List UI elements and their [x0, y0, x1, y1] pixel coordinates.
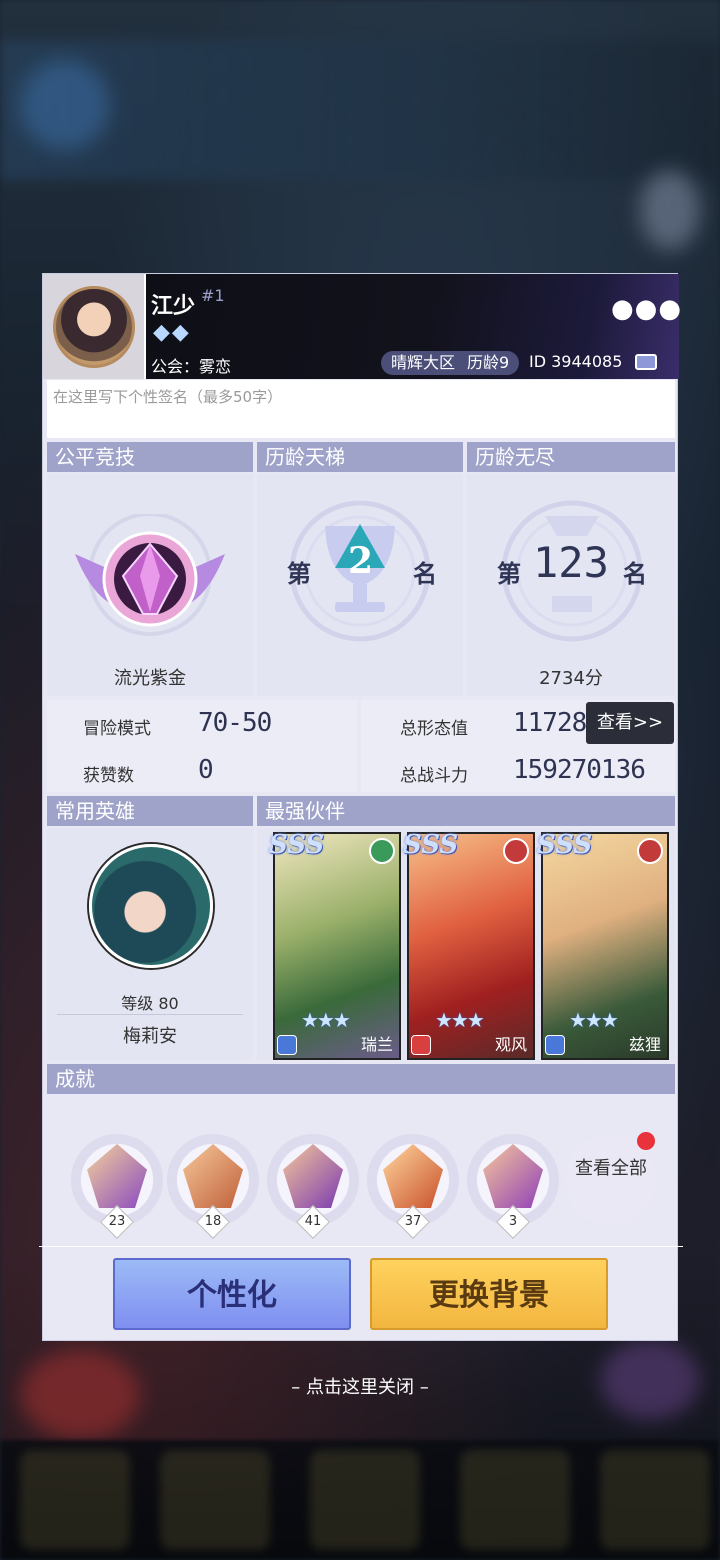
change-background-button[interactable]: 更换背景 — [370, 1258, 608, 1330]
notification-dot — [637, 1132, 655, 1150]
ladder-panel[interactable]: 第 2 名 — [257, 474, 463, 696]
adventure-value: 70-50 — [198, 708, 272, 738]
likes-label: 获赞数 — [83, 766, 134, 786]
partner-class-icon — [277, 1035, 297, 1055]
player-avatar[interactable] — [43, 274, 146, 379]
fair-tier-name: 流光紫金 — [114, 668, 186, 689]
diamond-icon: ◆ — [171, 320, 189, 345]
achievement-count: 41 — [304, 1214, 322, 1229]
nature-element-icon — [369, 838, 395, 864]
likes-value: 0 — [198, 755, 214, 785]
strongest-partners-title: 最强伙伴 — [257, 796, 675, 826]
user-id: ID 3944085 — [529, 352, 623, 371]
tab-fair-arena: 公平竞技 — [47, 442, 253, 472]
hero-divider — [57, 1014, 243, 1015]
crest-achievement-icon[interactable]: 41 — [267, 1134, 359, 1239]
vip-diamonds: ◆ ◆ — [153, 322, 189, 344]
diamond-icon: ◆ — [153, 320, 170, 345]
achievement-count: 23 — [108, 1214, 126, 1229]
more-dots-icon[interactable]: ●●● — [611, 294, 682, 324]
endless-prefix: 第 — [497, 559, 521, 588]
adventure-label: 冒险模式 — [83, 719, 151, 739]
hero-name: 梅莉安 — [123, 1026, 177, 1047]
endless-panel[interactable]: 第 123 名 2734分 — [467, 474, 675, 696]
signature-input[interactable]: 在这里写下个性签名（最多50字） — [47, 380, 675, 438]
tab-endless: 历龄无尽 — [467, 442, 675, 472]
profile-header: 江少 #1 ◆ ◆ 公会：雾恋 ●●● 晴辉大区 历龄9 ID 3944085 — [43, 274, 682, 379]
wings-achievement-icon[interactable]: 3 — [467, 1134, 559, 1239]
ladder-suffix: 名 — [413, 559, 437, 588]
partner-name: 观风 — [494, 1035, 527, 1054]
partner-stars: ★★★ — [435, 1008, 485, 1032]
achievement-count: 18 — [204, 1214, 222, 1229]
partner-class-icon — [411, 1035, 431, 1055]
partner-stars: ★★★ — [301, 1008, 351, 1032]
close-hint[interactable]: – 点击这里关闭 – — [0, 1373, 720, 1399]
partner-name: 兹狸 — [628, 1035, 661, 1054]
swords-achievement-icon[interactable]: 18 — [167, 1134, 259, 1239]
tab-ladder: 历龄天梯 — [257, 442, 463, 472]
personalize-button[interactable]: 个性化 — [113, 1258, 351, 1330]
achievement-count: 3 — [508, 1214, 518, 1229]
partner-name: 瑞兰 — [360, 1035, 393, 1054]
power-value: 159270136 — [513, 755, 646, 785]
partner-class-icon — [545, 1035, 565, 1055]
partner-grade: SSS — [403, 830, 459, 860]
section-divider — [39, 1246, 683, 1247]
endless-rank: 123 — [533, 538, 609, 587]
partner-card-3[interactable]: SSS ★★★ 兹狸 — [537, 830, 669, 1060]
achievements-title: 成就 — [47, 1064, 675, 1094]
achievement-count: 37 — [404, 1214, 422, 1229]
player-profile-card: 江少 #1 ◆ ◆ 公会：雾恋 ●●● 晴辉大区 历龄9 ID 3944085 在… — [39, 273, 683, 1341]
ladder-prefix: 第 — [287, 559, 311, 588]
season-age: 历龄9 — [467, 353, 510, 372]
player-rank-number: #1 — [201, 286, 225, 305]
player-name: 江少 — [151, 294, 196, 319]
fair-arena-panel[interactable]: 流光紫金 — [47, 474, 253, 696]
partner-card-1[interactable]: SSS ★★★ 瑞兰 — [269, 830, 401, 1060]
partner-grade: SSS — [269, 830, 325, 860]
guild-label: 公会：雾恋 — [151, 357, 232, 376]
common-hero-panel[interactable]: 等级 80 梅莉安 — [47, 828, 253, 1060]
partner-grade: SSS — [537, 830, 593, 860]
copy-id-icon[interactable] — [635, 354, 657, 370]
tower-achievement-icon[interactable]: 23 — [71, 1134, 163, 1239]
fire-element-icon — [503, 838, 529, 864]
hero-portrait — [89, 844, 213, 968]
fire-element-icon — [637, 838, 663, 864]
endless-score: 2734分 — [539, 668, 603, 689]
power-label: 总战斗力 — [400, 766, 468, 786]
forms-value: 11728 — [513, 708, 587, 738]
purple-gold-tier-icon — [75, 514, 225, 636]
server-name: 晴辉大区 — [391, 353, 456, 372]
ladder-rank: 2 — [348, 540, 374, 582]
hero-level: 等级 80 — [121, 994, 179, 1013]
server-badge: 晴辉大区 历龄9 — [381, 351, 520, 375]
common-heroes-title: 常用英雄 — [47, 796, 253, 826]
view-forms-button[interactable]: 查看>> — [586, 702, 674, 744]
partner-stars: ★★★ — [569, 1008, 619, 1032]
endless-suffix: 名 — [623, 559, 647, 588]
flame-achievement-icon[interactable]: 37 — [367, 1134, 459, 1239]
forms-label: 总形态值 — [400, 719, 468, 739]
partner-card-2[interactable]: SSS ★★★ 观风 — [403, 830, 535, 1060]
